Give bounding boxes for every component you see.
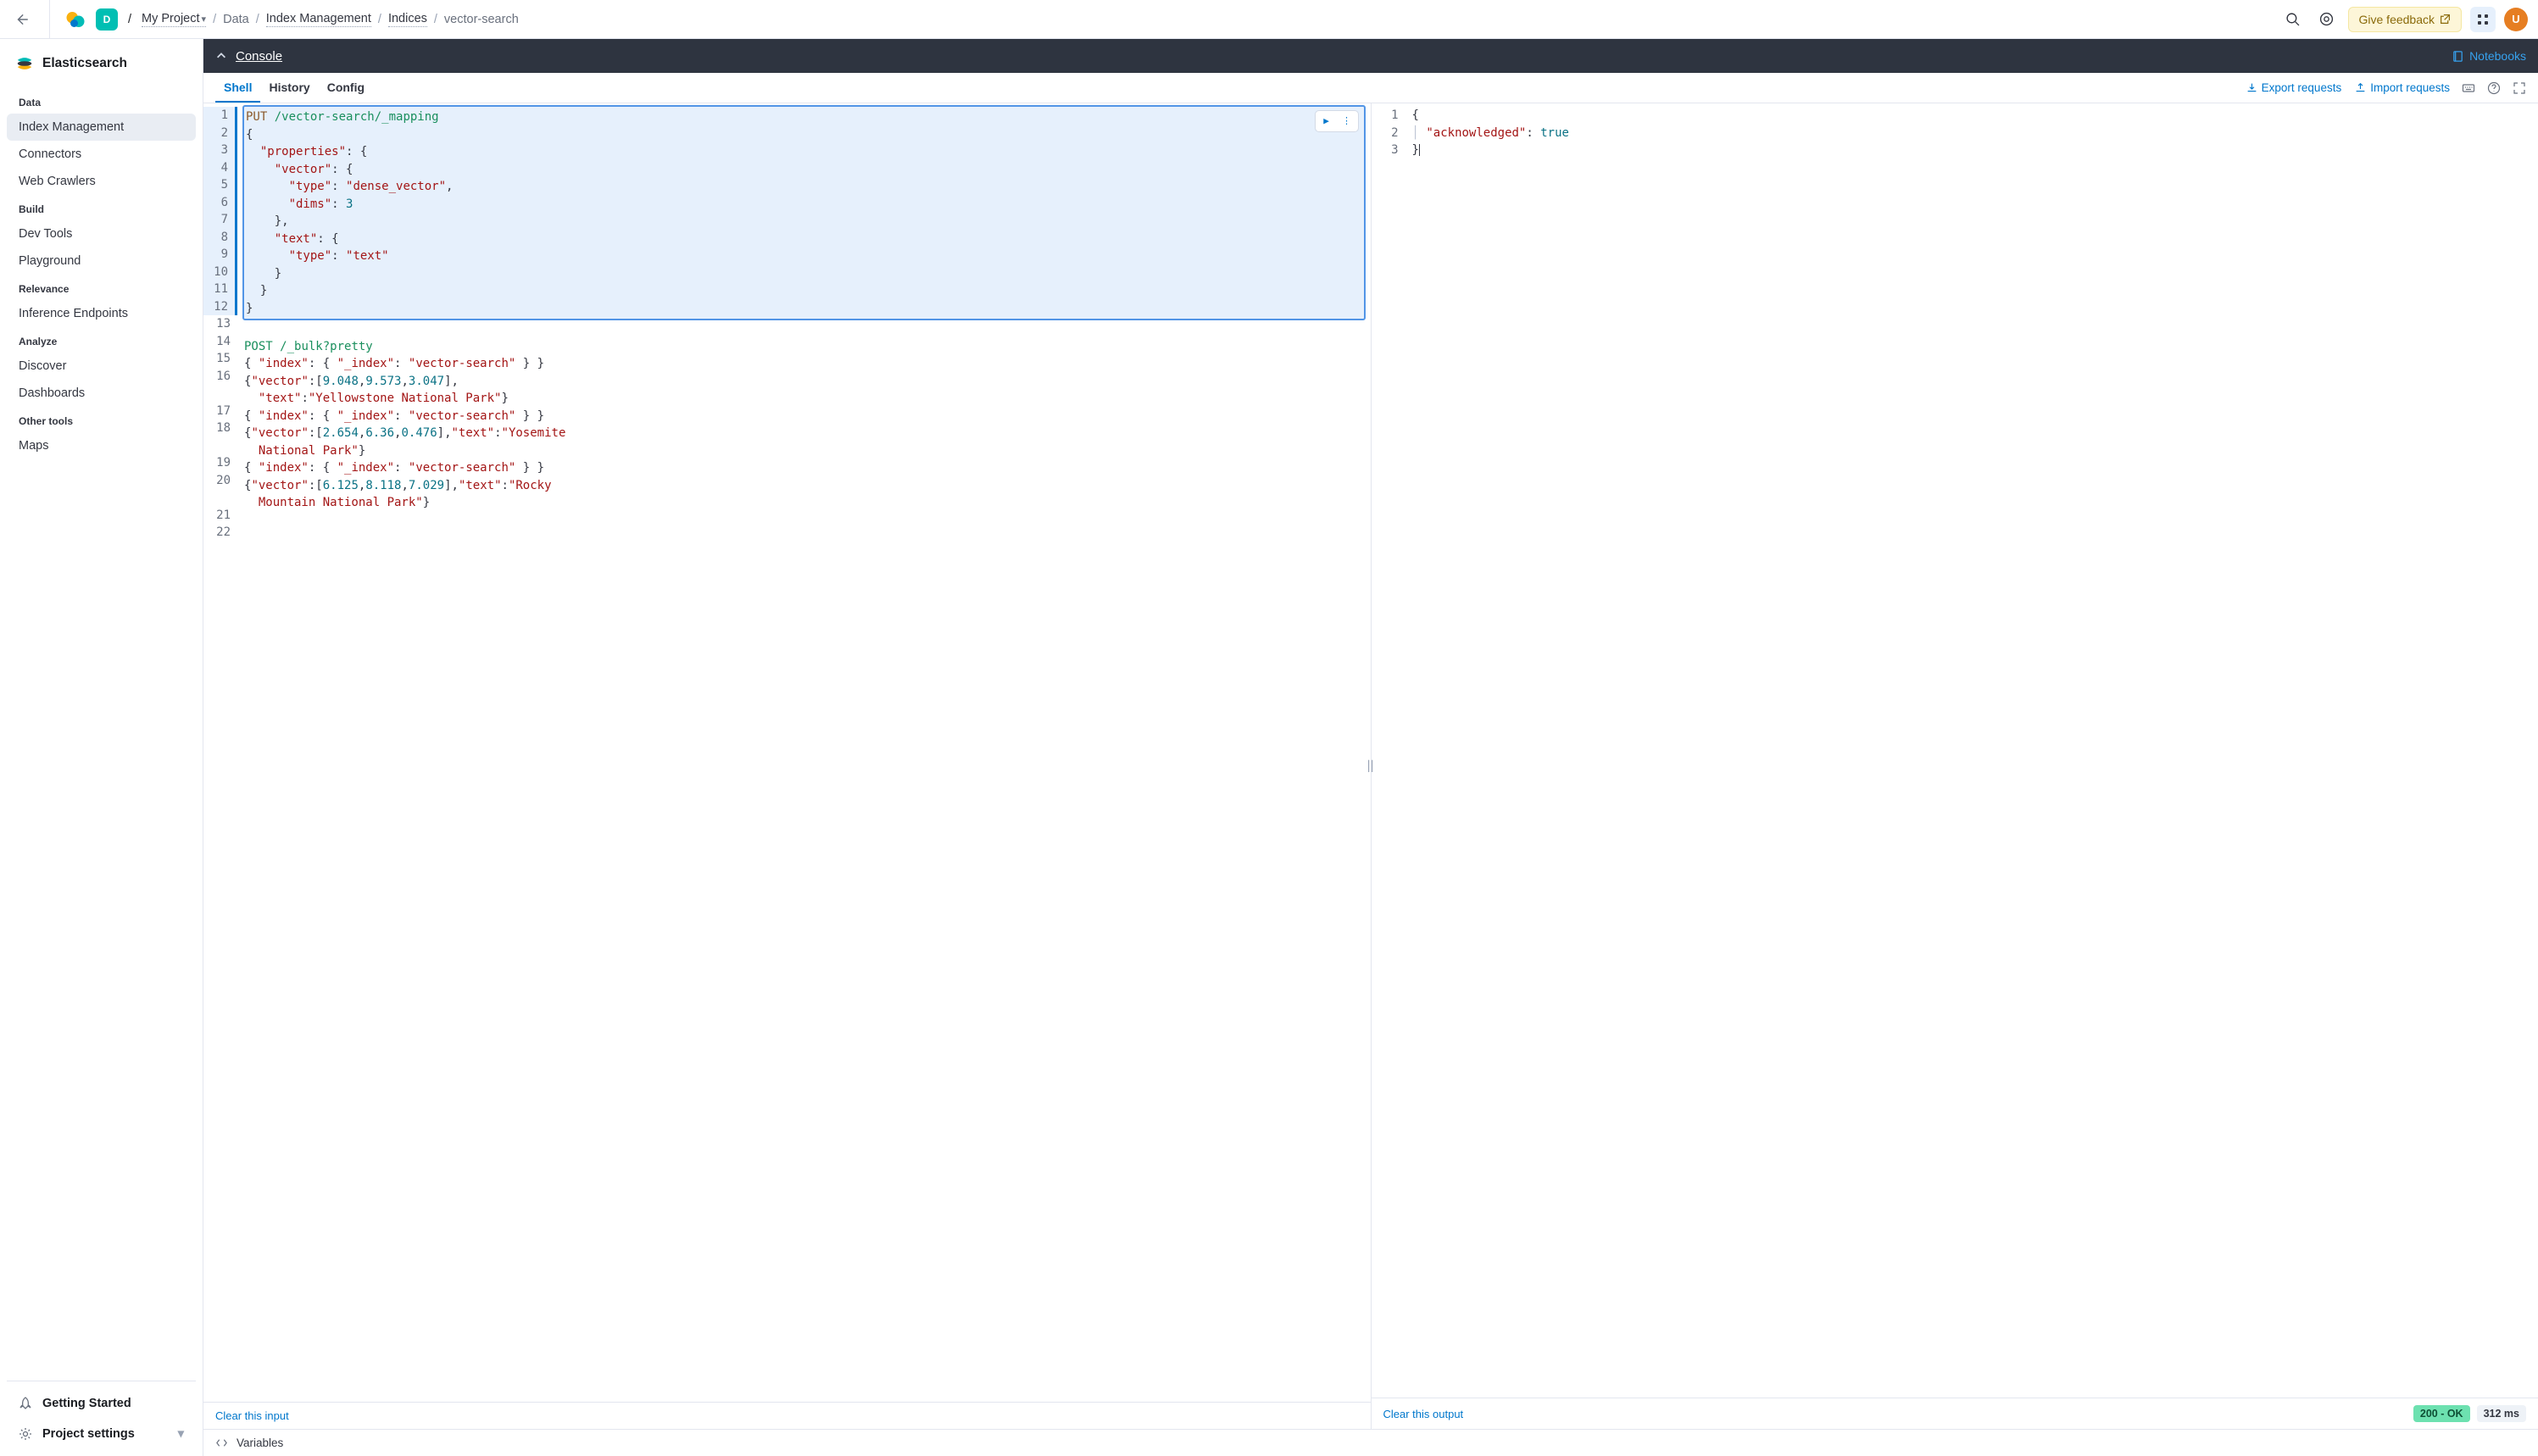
request-editor[interactable]: 12345678910111213141516 1718 1920 2122▶⋮… — [203, 103, 1371, 1402]
export-requests-link[interactable]: Export requests — [2246, 81, 2342, 94]
tab-shell[interactable]: Shell — [215, 73, 260, 103]
split-resize-handle[interactable]: ⎢⎢ — [1367, 760, 1374, 772]
variables-bar[interactable]: Variables — [203, 1429, 2538, 1456]
import-icon — [2355, 82, 2366, 93]
sidebar-item-playground[interactable]: Playground — [7, 247, 196, 275]
nav-group-label: Analyze — [7, 327, 196, 353]
breadcrumb-index-management[interactable]: Index Management — [266, 12, 371, 27]
nav-group-label: Build — [7, 195, 196, 220]
chevron-down-icon: ▾ — [178, 1427, 184, 1441]
nav-group-label: Data — [7, 88, 196, 114]
sidebar: Elasticsearch DataIndex ManagementConnec… — [0, 39, 203, 1456]
code-icon — [215, 1437, 228, 1449]
sidebar-item-connectors[interactable]: Connectors — [7, 141, 196, 168]
nav-group-label: Relevance — [7, 275, 196, 300]
sidebar-item-dashboards[interactable]: Dashboards — [7, 380, 196, 407]
nav-group-label: Other tools — [7, 407, 196, 432]
help-icon[interactable] — [2487, 81, 2501, 95]
breadcrumb-indices[interactable]: Indices — [388, 12, 427, 27]
clear-input-link[interactable]: Clear this input — [215, 1409, 289, 1422]
apps-menu-icon[interactable] — [2470, 7, 2496, 32]
clear-output-link[interactable]: Clear this output — [1383, 1408, 1464, 1420]
response-pane: 123{│ "acknowledged": true} Clear this o… — [1372, 103, 2538, 1429]
sidebar-item-discover[interactable]: Discover — [7, 353, 196, 380]
breadcrumb-project[interactable]: My Project▾ — [142, 12, 206, 27]
give-feedback-button[interactable]: Give feedback — [2348, 7, 2463, 32]
notebooks-link[interactable]: Notebooks — [2452, 49, 2526, 63]
sidebar-item-dev-tools[interactable]: Dev Tools — [7, 220, 196, 247]
notebook-icon — [2452, 50, 2464, 63]
tab-config[interactable]: Config — [319, 73, 373, 103]
elasticsearch-logo-icon — [15, 54, 34, 73]
fullscreen-icon[interactable] — [2513, 81, 2526, 95]
request-pane: 12345678910111213141516 1718 1920 2122▶⋮… — [203, 103, 1372, 1429]
topbar: D / My Project▾ / Data / Index Managemen… — [0, 0, 2538, 39]
sidebar-item-index-management[interactable]: Index Management — [7, 114, 196, 141]
response-viewer[interactable]: 123{│ "acknowledged": true} — [1372, 103, 2538, 1398]
divider — [49, 0, 50, 39]
response-status-badge: 200 - OK — [2413, 1405, 2470, 1422]
user-avatar[interactable]: U — [2504, 8, 2528, 31]
gear-icon — [19, 1427, 32, 1441]
sidebar-item-maps[interactable]: Maps — [7, 432, 196, 459]
response-time-badge: 312 ms — [2477, 1405, 2526, 1422]
search-icon[interactable] — [2280, 7, 2306, 32]
collapse-sidebar-button[interactable] — [10, 8, 34, 31]
console-collapse-icon[interactable] — [215, 50, 227, 62]
main: Console Notebooks ShellHistoryConfig Exp… — [203, 39, 2538, 1456]
rocket-icon — [19, 1397, 32, 1410]
keyboard-shortcuts-icon[interactable] — [2462, 81, 2475, 95]
console-title[interactable]: Console — [236, 49, 282, 64]
console-header: Console Notebooks — [203, 39, 2538, 73]
getting-started-link[interactable]: Getting Started — [10, 1388, 192, 1419]
space-selector[interactable]: D — [96, 8, 118, 31]
export-icon — [2246, 82, 2257, 93]
elastic-logo-icon — [65, 9, 86, 30]
sidebar-item-web-crawlers[interactable]: Web Crawlers — [7, 168, 196, 195]
import-requests-link[interactable]: Import requests — [2355, 81, 2450, 94]
breadcrumb-data[interactable]: Data — [223, 13, 249, 26]
request-menu-button[interactable]: ⋮ — [1338, 113, 1356, 130]
project-settings-link[interactable]: Project settings ▾ — [10, 1419, 192, 1449]
tab-history[interactable]: History — [260, 73, 318, 103]
sidebar-title: Elasticsearch — [42, 56, 127, 71]
help-target-icon[interactable] — [2314, 7, 2340, 32]
sidebar-item-inference-endpoints[interactable]: Inference Endpoints — [7, 300, 196, 327]
console-tabs: ShellHistoryConfig Export requests Impor… — [203, 73, 2538, 103]
run-request-button[interactable]: ▶ — [1317, 113, 1336, 130]
breadcrumb-current: vector-search — [444, 13, 519, 26]
breadcrumbs: My Project▾ / Data / Index Management / … — [142, 12, 519, 27]
